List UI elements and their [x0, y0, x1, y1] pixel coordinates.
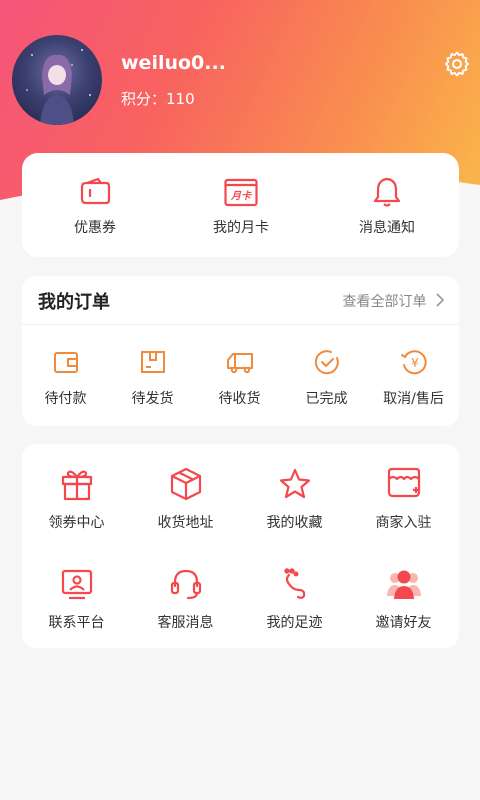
contact-platform-button[interactable]: 联系平台 — [22, 566, 131, 646]
check-circle-icon — [314, 350, 339, 375]
star-icon — [279, 468, 310, 499]
orders-card: 我的订单 查看全部订单 待付款 待发货 待收货 已完成 ¥ 取消/售后 — [22, 276, 459, 426]
order-pending-payment-label: 待付款 — [44, 391, 87, 407]
monthly-card-button[interactable]: 月卡 我的月卡 — [168, 153, 314, 257]
order-completed[interactable]: 已完成 — [283, 346, 370, 416]
refund-yen-icon: ¥ — [400, 350, 427, 375]
bell-icon — [373, 177, 401, 207]
coupon-center-label: 领券中心 — [48, 515, 105, 531]
wallet-icon — [53, 352, 78, 373]
order-pending-shipment[interactable]: 待发货 — [109, 346, 196, 416]
footprint-icon — [283, 568, 305, 599]
contact-platform-label: 联系平台 — [48, 615, 105, 631]
headset-icon — [170, 569, 201, 600]
merchant-join-button[interactable]: 商家入驻 — [349, 466, 458, 546]
gear-icon — [445, 51, 469, 77]
coupon-button[interactable]: 优惠券 — [22, 153, 168, 257]
settings-button[interactable] — [443, 50, 471, 78]
monitor-icon — [61, 569, 92, 600]
merchant-join-label: 商家入驻 — [375, 515, 432, 531]
services-card: 领券中心 收货地址 我的收藏 商家入驻 联系平台 客服消息 我的足迹 邀请好友 — [22, 444, 459, 648]
monthly-card-icon: 月卡 — [224, 178, 258, 207]
customer-service-button[interactable]: 客服消息 — [131, 566, 240, 646]
username: weiluo0... — [121, 52, 226, 74]
users-icon — [386, 570, 421, 599]
coupon-icon — [80, 177, 111, 205]
avatar-image — [26, 49, 91, 125]
customer-service-label: 客服消息 — [157, 615, 214, 631]
footprint-label: 我的足迹 — [266, 615, 323, 631]
shipping-address-label: 收货地址 — [157, 515, 214, 531]
notifications-button[interactable]: 消息通知 — [314, 153, 460, 257]
order-pending-receipt-label: 待收货 — [218, 391, 261, 407]
orders-header: 我的订单 查看全部订单 — [22, 276, 459, 325]
shipping-address-button[interactable]: 收货地址 — [131, 466, 240, 546]
invite-friends-button[interactable]: 邀请好友 — [349, 566, 458, 646]
footprint-button[interactable]: 我的足迹 — [240, 566, 349, 646]
monthly-card-label: 我的月卡 — [213, 220, 269, 236]
package-icon — [140, 351, 165, 373]
order-pending-shipment-label: 待发货 — [131, 391, 174, 407]
coupon-label: 优惠券 — [74, 220, 116, 236]
box-icon — [170, 467, 201, 501]
notifications-label: 消息通知 — [359, 220, 415, 236]
chevron-right-icon — [436, 293, 445, 307]
gift-icon — [61, 470, 92, 501]
favorites-label: 我的收藏 — [266, 515, 323, 531]
avatar[interactable] — [12, 35, 102, 125]
view-all-orders-label: 查看全部订单 — [342, 294, 427, 310]
order-pending-receipt[interactable]: 待收货 — [196, 346, 283, 416]
coupon-center-button[interactable]: 领券中心 — [22, 466, 131, 546]
view-all-orders-link[interactable]: 查看全部订单 — [343, 291, 445, 311]
store-icon — [387, 467, 420, 498]
order-pending-payment[interactable]: 待付款 — [22, 346, 109, 416]
order-completed-label: 已完成 — [305, 391, 348, 407]
truck-icon — [226, 353, 253, 374]
quick-actions-card: 优惠券 月卡 我的月卡 消息通知 — [22, 153, 459, 257]
favorites-button[interactable]: 我的收藏 — [240, 466, 349, 546]
invite-friends-label: 邀请好友 — [375, 615, 432, 631]
order-refund[interactable]: ¥ 取消/售后 — [370, 346, 457, 416]
points-balance: 积分：110 — [121, 90, 195, 108]
orders-title: 我的订单 — [38, 292, 110, 313]
order-refund-label: 取消/售后 — [383, 391, 444, 407]
svg-text:¥: ¥ — [411, 356, 419, 370]
svg-text:月卡: 月卡 — [230, 190, 252, 202]
